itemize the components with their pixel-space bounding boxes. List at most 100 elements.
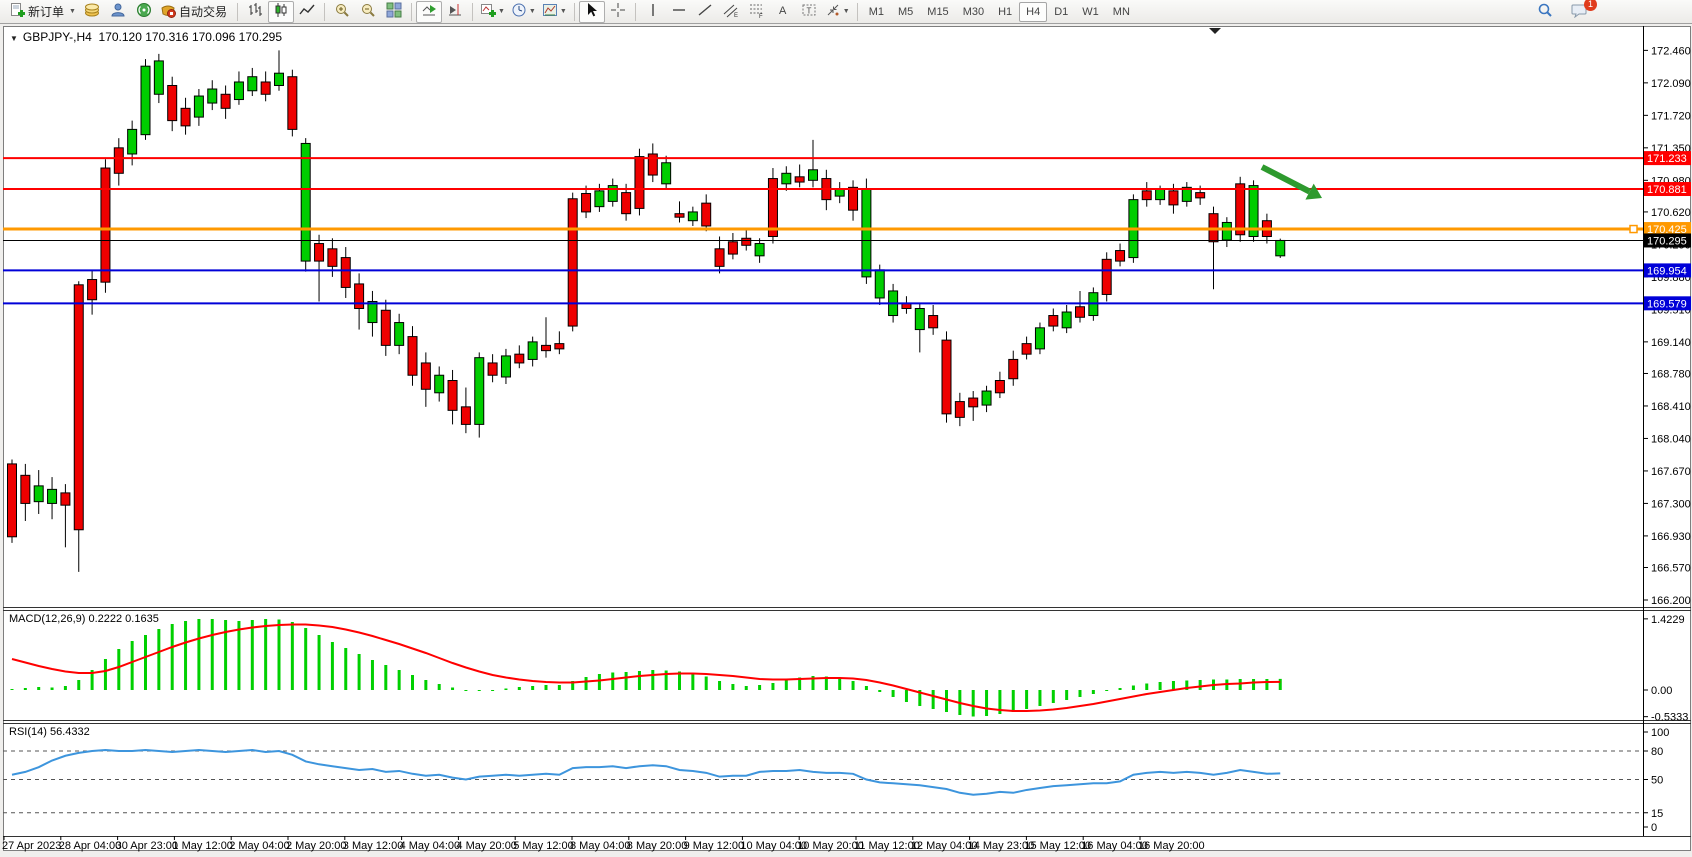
time-axis-label: 4 May 04:00 bbox=[400, 840, 461, 852]
price-tick-label: 168.780 bbox=[1651, 368, 1691, 380]
auto-scroll-icon bbox=[421, 2, 437, 21]
macd-tick-label: 1.4229 bbox=[1651, 614, 1685, 626]
auto-scroll-button[interactable] bbox=[416, 1, 442, 23]
time-axis-label: 5 May 12:00 bbox=[513, 840, 574, 852]
price-tick-label: 168.410 bbox=[1651, 401, 1691, 413]
time-axis-label: 8 May 04:00 bbox=[570, 840, 631, 852]
time-axis-label: 9 May 12:00 bbox=[684, 840, 745, 852]
tf-mn[interactable]: MN bbox=[1106, 2, 1137, 22]
time-axis-label: 27 Apr 2023 bbox=[2, 840, 61, 852]
search-button[interactable] bbox=[1532, 1, 1558, 23]
time-axis-label: 1 May 12:00 bbox=[172, 840, 233, 852]
candlestick-chart-button[interactable] bbox=[268, 1, 294, 23]
tf-d1[interactable]: D1 bbox=[1047, 2, 1075, 22]
price-tick-label: 167.670 bbox=[1651, 466, 1691, 478]
svg-text:E: E bbox=[734, 13, 738, 18]
tf-h4[interactable]: H4 bbox=[1019, 2, 1047, 22]
tf-m5[interactable]: M5 bbox=[891, 2, 920, 22]
bar-chart-button[interactable] bbox=[242, 1, 268, 23]
auto-trading-button[interactable]: 自动交易 bbox=[157, 1, 233, 23]
horizontal-line-button[interactable] bbox=[666, 1, 692, 23]
price-tick-label: 166.200 bbox=[1651, 595, 1691, 607]
symbol-dropdown-icon[interactable]: ▼ bbox=[10, 34, 18, 43]
price-chart[interactable]: 172.460172.090171.720171.350170.980170.6… bbox=[0, 0, 1692, 857]
chart-shift-icon bbox=[447, 2, 463, 21]
price-badge: 169.954 bbox=[1647, 265, 1687, 277]
crosshair-icon bbox=[610, 2, 626, 21]
notification-badge: 1 bbox=[1584, 0, 1597, 11]
gold-bar-icon bbox=[84, 2, 100, 21]
tf-m1[interactable]: M1 bbox=[862, 2, 891, 22]
trendline-button[interactable] bbox=[692, 1, 718, 23]
chart-shift-button[interactable] bbox=[442, 1, 468, 23]
price-badge: 171.233 bbox=[1647, 153, 1687, 165]
new-order-button[interactable]: 新订单 ▼ bbox=[6, 1, 79, 23]
ohlc-bars-icon bbox=[247, 2, 263, 21]
main-toolbar: 新订单 ▼ 自动交易 bbox=[0, 0, 1692, 24]
tf-h1[interactable]: H1 bbox=[991, 2, 1019, 22]
zoom-out-button[interactable] bbox=[355, 1, 381, 23]
rsi-tick-label: 100 bbox=[1651, 727, 1669, 739]
chart-ohlc-values: 170.120 170.316 170.096 170.295 bbox=[99, 30, 283, 44]
chevron-down-icon: ▼ bbox=[529, 8, 536, 15]
clock-icon bbox=[511, 2, 527, 21]
toolbar-separator bbox=[237, 3, 238, 21]
periods-button[interactable]: ▼ bbox=[508, 1, 539, 23]
price-tick-label: 172.460 bbox=[1651, 45, 1691, 57]
line-chart-button[interactable] bbox=[294, 1, 320, 23]
rsi-indicator-label: RSI(14) 56.4332 bbox=[9, 726, 90, 738]
svg-text:F: F bbox=[759, 14, 763, 18]
auto-trading-icon bbox=[160, 2, 176, 21]
tf-w1[interactable]: W1 bbox=[1075, 2, 1106, 22]
notifications-button[interactable]: 1 bbox=[1566, 1, 1592, 23]
text-label-icon: T bbox=[801, 2, 817, 21]
tile-windows-icon bbox=[386, 2, 402, 21]
toolbar-separator bbox=[635, 3, 636, 21]
indicators-icon bbox=[480, 2, 496, 21]
price-badge: 170.295 bbox=[1647, 235, 1687, 247]
channel-icon: E bbox=[723, 2, 739, 21]
templates-button[interactable]: ▼ bbox=[539, 1, 570, 23]
price-tick-label: 166.570 bbox=[1651, 563, 1691, 575]
cursor-button[interactable] bbox=[579, 1, 605, 23]
chevron-down-icon: ▼ bbox=[843, 8, 850, 15]
chart-symbol-period: GBPJPY-,H4 bbox=[23, 30, 92, 44]
arrows-button[interactable]: ▼ bbox=[822, 1, 853, 23]
rsi-tick-label: 0 bbox=[1651, 822, 1657, 834]
tile-windows-button[interactable] bbox=[381, 1, 407, 23]
indicators-button[interactable]: ▼ bbox=[477, 1, 508, 23]
rsi-tick-label: 80 bbox=[1651, 746, 1663, 758]
macd-indicator-label: MACD(12,26,9) 0.2222 0.1635 bbox=[9, 613, 159, 625]
time-axis-label: 30 Apr 23:00 bbox=[116, 840, 178, 852]
text-label-button[interactable]: T bbox=[796, 1, 822, 23]
time-axis-label: 2 May 04:00 bbox=[229, 840, 290, 852]
profile-icon bbox=[110, 2, 126, 21]
text-button[interactable]: A bbox=[770, 1, 796, 23]
crosshair-button[interactable] bbox=[605, 1, 631, 23]
equidistant-channel-button[interactable]: E bbox=[718, 1, 744, 23]
chevron-down-icon: ▼ bbox=[498, 8, 505, 15]
trendline-icon bbox=[697, 2, 713, 21]
signal-button[interactable] bbox=[131, 1, 157, 23]
zoom-in-icon bbox=[334, 2, 350, 21]
quotes-button[interactable] bbox=[79, 1, 105, 23]
fibonacci-button[interactable]: F bbox=[744, 1, 770, 23]
arrows-icon bbox=[825, 2, 841, 21]
time-axis-label: 3 May 12:00 bbox=[343, 840, 404, 852]
macd-tick-label: -0.5333 bbox=[1651, 712, 1688, 724]
time-axis-label: 28 Apr 04:00 bbox=[59, 840, 121, 852]
macd-tick-label: 0.00 bbox=[1651, 685, 1672, 697]
new-order-label: 新订单 bbox=[28, 3, 64, 20]
tf-m30[interactable]: M30 bbox=[956, 2, 991, 22]
zoom-in-button[interactable] bbox=[329, 1, 355, 23]
time-axis-label: 16 May 20:00 bbox=[1138, 840, 1205, 852]
chevron-down-icon: ▼ bbox=[69, 8, 76, 15]
price-tick-label: 168.040 bbox=[1651, 433, 1691, 445]
toolbar-separator bbox=[574, 3, 575, 21]
tf-m15[interactable]: M15 bbox=[920, 2, 955, 22]
price-badge: 169.579 bbox=[1647, 298, 1687, 310]
price-tick-label: 166.930 bbox=[1651, 531, 1691, 543]
toolbar-separator bbox=[411, 3, 412, 21]
vertical-line-button[interactable] bbox=[640, 1, 666, 23]
profile-button[interactable] bbox=[105, 1, 131, 23]
